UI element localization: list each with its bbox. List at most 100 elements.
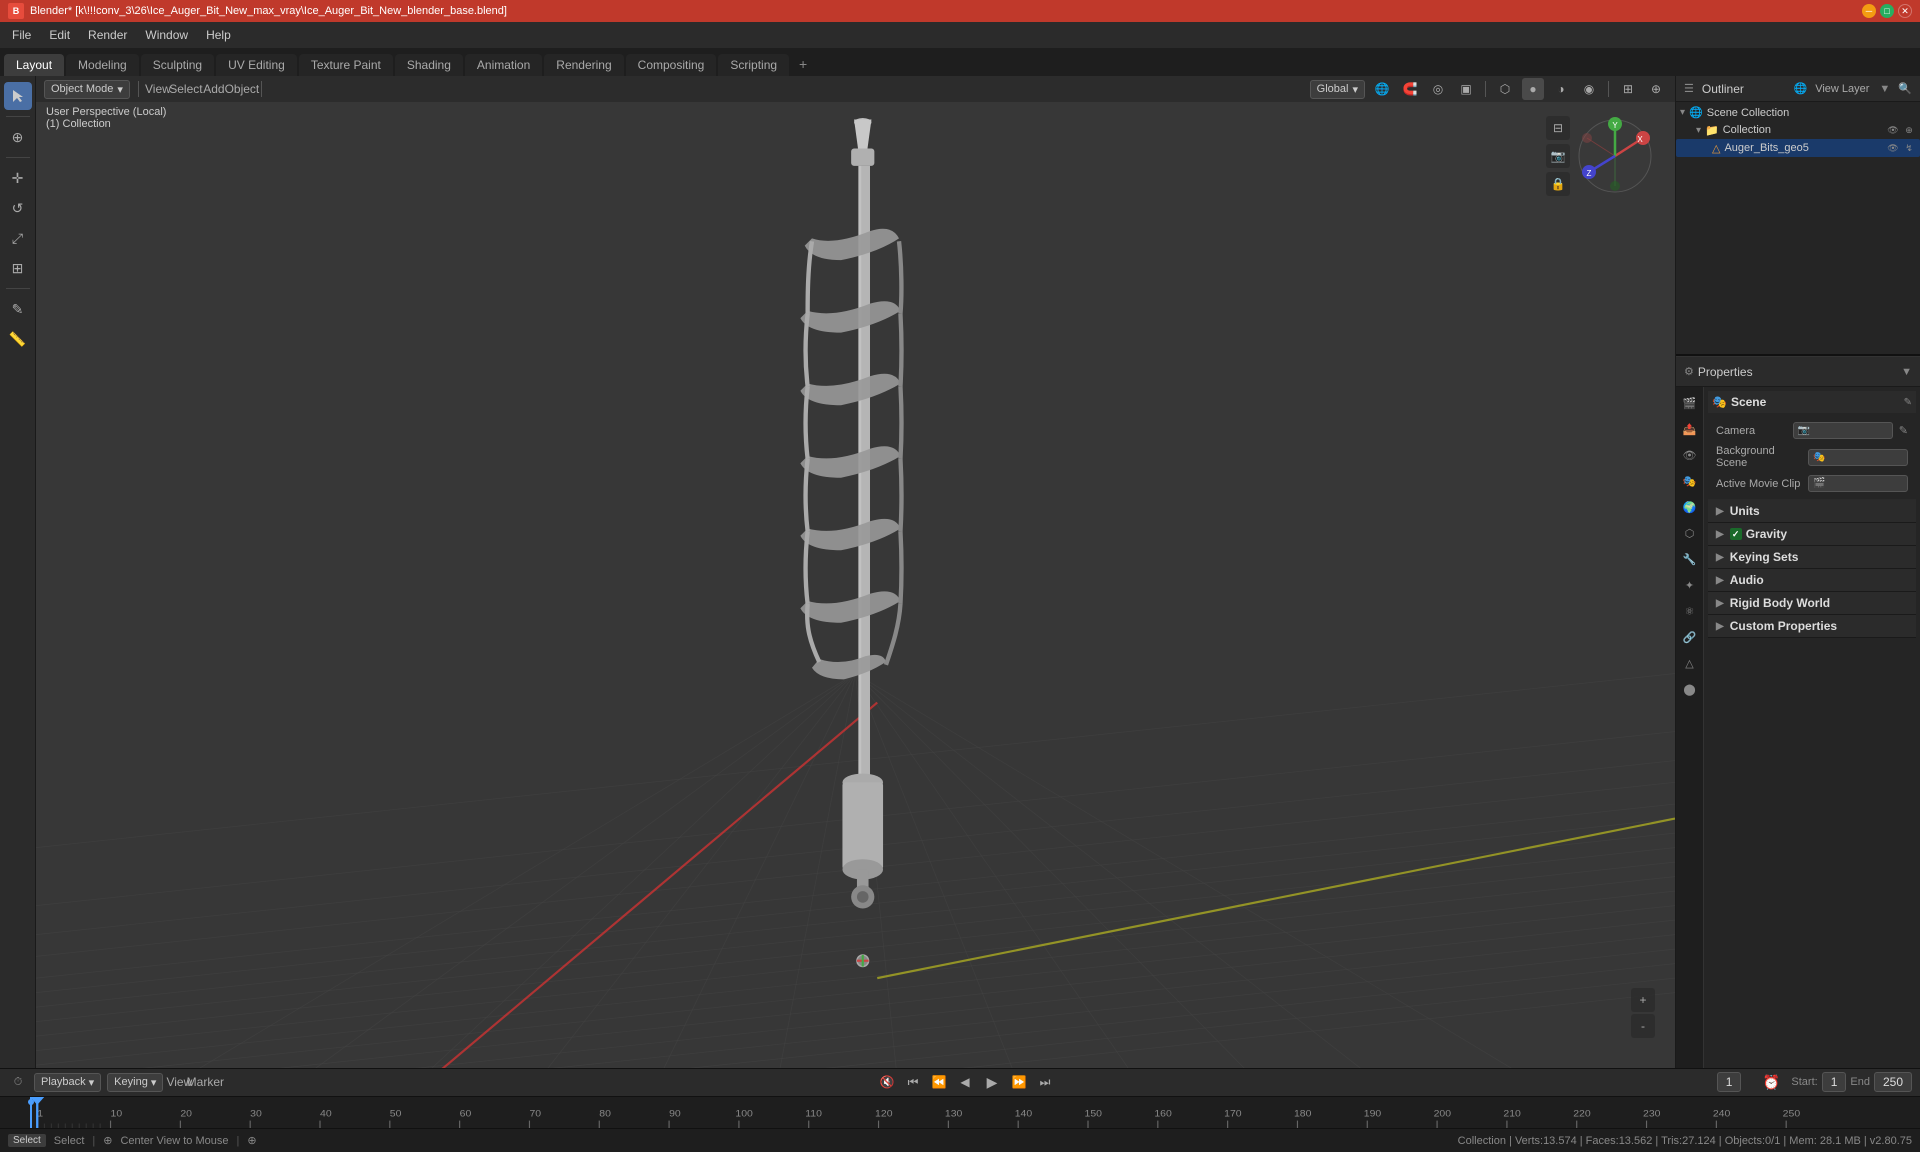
menu-help[interactable]: Help — [198, 25, 239, 45]
units-section-header[interactable]: ▶ Units — [1708, 500, 1916, 523]
tab-rendering[interactable]: Rendering — [544, 54, 623, 76]
render-mode-btn[interactable]: ◉ — [1578, 78, 1600, 100]
menu-render[interactable]: Render — [80, 25, 135, 45]
gravity-section-header[interactable]: ▶ ✓ Gravity — [1708, 523, 1916, 546]
start-frame-display[interactable]: 1 — [1822, 1072, 1847, 1092]
viewport-local-btn[interactable]: 🌐 — [1371, 78, 1393, 100]
viewport-sidebar-toggle[interactable]: ⊟ — [1546, 116, 1570, 140]
tab-sculpting[interactable]: Sculpting — [141, 54, 214, 76]
camera-value-field[interactable]: 📷 — [1793, 422, 1893, 439]
scene-prop-options-icon[interactable]: ✎ — [1904, 397, 1912, 408]
jump-to-last-frame-btn[interactable]: ⏭ — [1035, 1072, 1055, 1092]
transform-tool-button[interactable]: ⊞ — [4, 254, 32, 282]
collection-item[interactable]: ▾ 📁 Collection 👁 ⊕ — [1676, 121, 1920, 139]
mesh-restrict-btn[interactable]: ↯ — [1902, 141, 1916, 155]
measure-tool-button[interactable]: 📏 — [4, 325, 32, 353]
close-button[interactable]: ✕ — [1898, 4, 1912, 18]
filter-icon[interactable]: ▼ — [1879, 83, 1890, 95]
tab-scripting[interactable]: Scripting — [718, 54, 789, 76]
material-mode-btn[interactable]: ◑ — [1550, 78, 1572, 100]
viewport-object-menu[interactable]: Object — [231, 78, 253, 100]
viewport-proportional-btn[interactable]: ◎ — [1427, 78, 1449, 100]
solid-mode-btn[interactable]: ● — [1522, 78, 1544, 100]
viewport[interactable]: Object Mode ▾ View Select Add Object Glo… — [36, 76, 1675, 1068]
particles-prop-icon[interactable]: ✦ — [1678, 573, 1702, 597]
navigation-gizmo[interactable]: X Y Z — [1575, 116, 1655, 196]
viewport-view-menu[interactable]: View — [147, 78, 169, 100]
tab-animation[interactable]: Animation — [465, 54, 542, 76]
background-scene-field[interactable]: 🎭 — [1808, 449, 1908, 466]
timeline-marker-btn[interactable]: Marker — [195, 1072, 215, 1092]
tab-modeling[interactable]: Modeling — [66, 54, 139, 76]
material-prop-icon[interactable]: ⬤ — [1678, 677, 1702, 701]
world-prop-icon[interactable]: 🌍 — [1678, 495, 1702, 519]
outliner-search-icon[interactable]: 🔍 — [1898, 82, 1912, 95]
viewport-camera-btn[interactable]: 📷 — [1546, 144, 1570, 168]
rigid-body-world-arrow: ▶ — [1716, 598, 1724, 609]
menu-edit[interactable]: Edit — [41, 25, 78, 45]
jump-to-next-keyframe-btn[interactable]: ⏩ — [1009, 1072, 1029, 1092]
overlay-btn[interactable]: ⊞ — [1617, 78, 1639, 100]
zoom-out-btn[interactable]: - — [1631, 1014, 1655, 1038]
viewport-add-menu[interactable]: Add — [203, 78, 225, 100]
constraints-prop-icon[interactable]: 🔗 — [1678, 625, 1702, 649]
move-tool-button[interactable]: ✛ — [4, 164, 32, 192]
zoom-in-btn[interactable]: + — [1631, 988, 1655, 1012]
custom-properties-section-header[interactable]: ▶ Custom Properties — [1708, 615, 1916, 638]
scene-collection-item[interactable]: ▾ 🌐 Scene Collection — [1676, 104, 1920, 121]
data-prop-icon[interactable]: △ — [1678, 651, 1702, 675]
mesh-visibility-btn[interactable]: 👁 — [1886, 141, 1900, 155]
keying-dropdown[interactable]: Keying ▾ — [107, 1073, 163, 1092]
current-frame-display[interactable]: 1 — [1717, 1072, 1742, 1092]
output-prop-icon[interactable]: 📤 — [1678, 417, 1702, 441]
end-frame-display[interactable]: 250 — [1874, 1072, 1912, 1092]
menu-file[interactable]: File — [4, 25, 39, 45]
scale-tool-button[interactable]: ⤢ — [4, 224, 32, 252]
tab-compositing[interactable]: Compositing — [626, 54, 717, 76]
jump-to-prev-keyframe-btn[interactable]: ⏪ — [929, 1072, 949, 1092]
prop-filter-icon[interactable]: ▼ — [1901, 366, 1912, 378]
select-tool-button[interactable] — [4, 82, 32, 110]
rigid-body-world-section-header[interactable]: ▶ Rigid Body World — [1708, 592, 1916, 615]
viewport-select-menu[interactable]: Select — [175, 78, 197, 100]
menu-window[interactable]: Window — [137, 25, 196, 45]
minimize-button[interactable]: ─ — [1862, 4, 1876, 18]
play-backwards-btn[interactable]: ◀ — [955, 1072, 975, 1092]
gizmo-btn[interactable]: ⊕ — [1645, 78, 1667, 100]
physics-prop-icon[interactable]: ⚛ — [1678, 599, 1702, 623]
frame-ruler[interactable]: 1 10 20 30 40 50 60 70 8 — [0, 1097, 1920, 1128]
rotate-tool-button[interactable]: ↺ — [4, 194, 32, 222]
play-btn[interactable]: ▶ — [981, 1071, 1003, 1093]
auger-object-item[interactable]: △ Auger_Bits_geo5 👁 ↯ — [1676, 139, 1920, 157]
cursor-tool-button[interactable]: ⊕ — [4, 123, 32, 151]
audio-section-header[interactable]: ▶ Audio — [1708, 569, 1916, 592]
scene-prop-icon[interactable]: 🎭 — [1678, 469, 1702, 493]
collection-visibility-btn[interactable]: 👁 — [1886, 123, 1900, 137]
jump-to-first-frame-btn[interactable]: ⏮ — [903, 1072, 923, 1092]
annotate-tool-button[interactable]: ✎ — [4, 295, 32, 323]
camera-link-icon[interactable]: ✎ — [1899, 424, 1908, 437]
mute-audio-btn[interactable]: 🔇 — [877, 1072, 897, 1092]
tab-uv-editing[interactable]: UV Editing — [216, 54, 297, 76]
mode-dropdown[interactable]: Object Mode ▾ — [44, 80, 130, 99]
collection-restrict-btn[interactable]: ⊕ — [1902, 123, 1916, 137]
viewport-lock-btn[interactable]: 🔒 — [1546, 172, 1570, 196]
tab-texture-paint[interactable]: Texture Paint — [299, 54, 393, 76]
viewport-xray-btn[interactable]: ▣ — [1455, 78, 1477, 100]
render-prop-icon[interactable]: 🎬 — [1678, 391, 1702, 415]
playback-dropdown[interactable]: Playback ▾ — [34, 1073, 101, 1092]
tab-shading[interactable]: Shading — [395, 54, 463, 76]
wireframe-mode-btn[interactable]: ⬡ — [1494, 78, 1516, 100]
object-prop-icon[interactable]: ⬡ — [1678, 521, 1702, 545]
gravity-checkbox[interactable]: ✓ — [1730, 528, 1742, 540]
active-movie-clip-field[interactable]: 🎬 — [1808, 475, 1908, 492]
viewlayer-prop-icon[interactable]: 👁 — [1678, 443, 1702, 467]
modifiers-prop-icon[interactable]: 🔧 — [1678, 547, 1702, 571]
keying-sets-section-header[interactable]: ▶ Keying Sets — [1708, 546, 1916, 569]
right-panel: ☰ Outliner 🌐 View Layer ▼ 🔍 ▾ 🌐 Scene Co… — [1675, 76, 1920, 1068]
add-workspace-button[interactable]: + — [791, 52, 815, 76]
tab-layout[interactable]: Layout — [4, 54, 64, 76]
viewport-snap-btn[interactable]: 🧲 — [1399, 78, 1421, 100]
maximize-button[interactable]: □ — [1880, 4, 1894, 18]
global-dropdown[interactable]: Global ▾ — [1310, 80, 1365, 99]
